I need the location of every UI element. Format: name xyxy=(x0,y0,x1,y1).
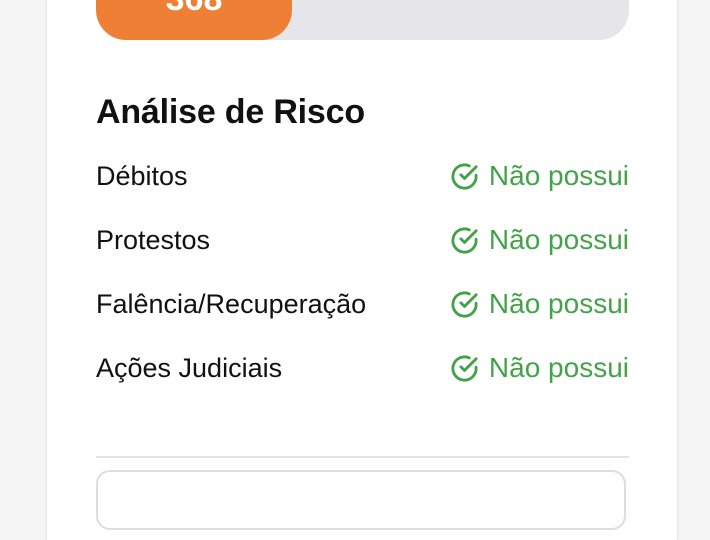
check-circle-icon xyxy=(451,162,478,190)
risk-analysis-list: Débitos Não possui Protestos Não possui … xyxy=(96,156,629,412)
risk-item-debitos: Débitos Não possui xyxy=(96,156,629,220)
risk-item-falencia: Falência/Recuperação Não possui xyxy=(96,284,629,348)
score-value: 368 xyxy=(96,0,292,16)
risk-item-status-text: Não possui xyxy=(488,352,629,383)
risk-item-label: Ações Judiciais xyxy=(96,353,283,383)
score-bar-fill: 368 xyxy=(96,0,293,40)
risk-item-status: Não possui xyxy=(449,284,629,324)
risk-item-status: Não possui xyxy=(449,220,629,260)
score-bar: 368 xyxy=(96,0,629,40)
credit-report-card: 368 Análise de Risco Débitos Não possui … xyxy=(46,0,678,540)
check-circle-icon xyxy=(451,226,478,254)
risk-item-status-text: Não possui xyxy=(488,288,629,319)
risk-item-label: Falência/Recuperação xyxy=(96,289,367,319)
risk-analysis-title: Análise de Risco xyxy=(96,93,365,131)
details-button[interactable] xyxy=(96,470,626,530)
risk-item-status-text: Não possui xyxy=(488,224,629,255)
section-divider xyxy=(96,456,629,458)
risk-item-label: Protestos xyxy=(96,225,211,255)
check-circle-icon xyxy=(451,354,478,382)
risk-item-acoes-judiciais: Ações Judiciais Não possui xyxy=(96,348,629,412)
risk-item-protestos: Protestos Não possui xyxy=(96,220,629,284)
risk-item-status-text: Não possui xyxy=(488,160,629,191)
risk-item-status: Não possui xyxy=(449,156,629,196)
risk-item-label: Débitos xyxy=(96,161,188,191)
check-circle-icon xyxy=(451,290,478,318)
risk-item-status: Não possui xyxy=(449,348,629,388)
